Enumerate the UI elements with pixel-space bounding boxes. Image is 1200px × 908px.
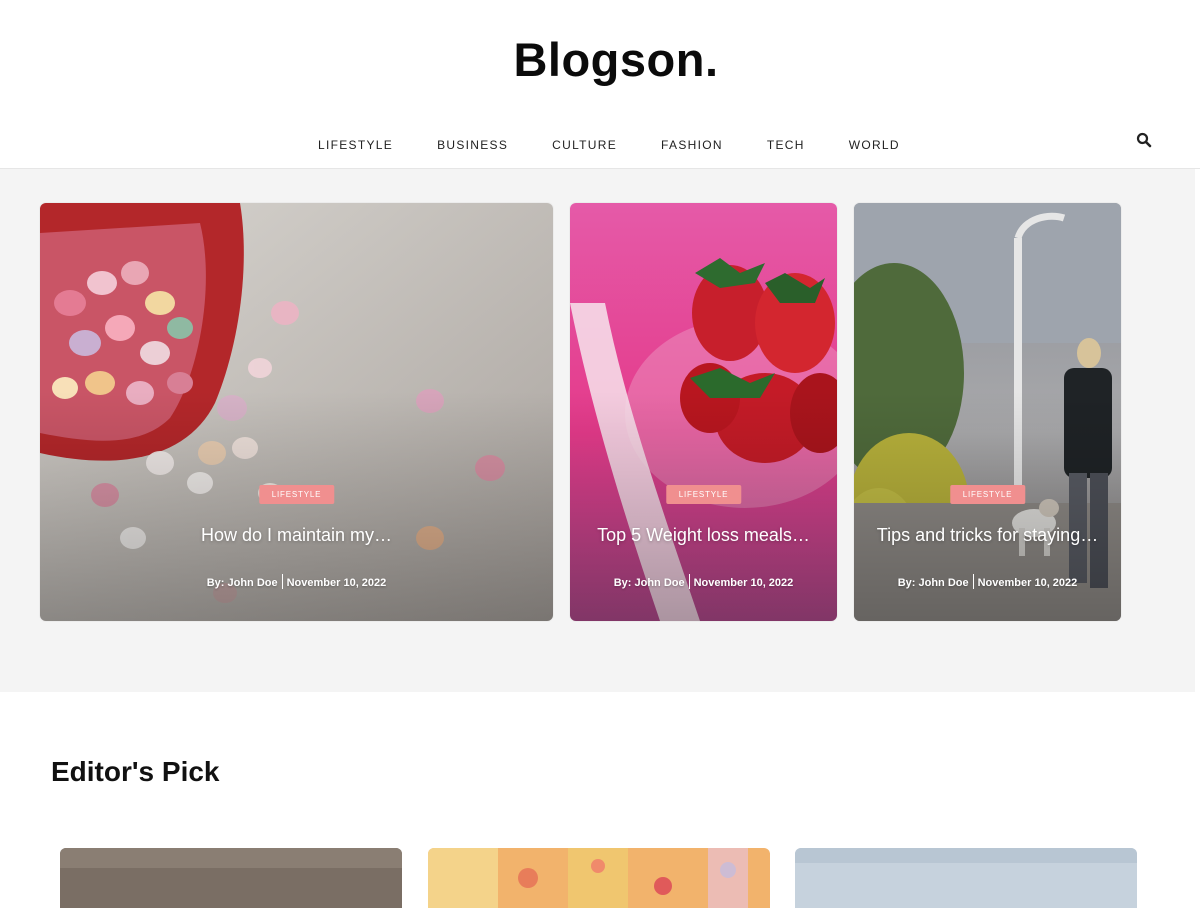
pick-image-1	[60, 848, 402, 908]
card-date: November 10, 2022	[977, 577, 1078, 589]
site-header: Blogson. LIFESTYLE BUSINESS CULTURE FASH…	[0, 0, 1200, 169]
card-overlay	[854, 203, 1121, 621]
page-gutter	[1195, 169, 1200, 692]
search-button[interactable]	[1136, 132, 1152, 148]
site-logo[interactable]: Blogson.	[0, 32, 1200, 87]
card-author[interactable]: By: John Doe	[614, 577, 685, 589]
pick-image-2	[428, 848, 770, 908]
pick-card-image[interactable]	[795, 848, 1137, 908]
pick-card-image[interactable]	[428, 848, 770, 908]
card-meta: By: John Doe November 10, 2022	[854, 574, 1121, 589]
card-meta: By: John Doe November 10, 2022	[570, 574, 837, 589]
meta-divider	[688, 574, 690, 589]
main-nav: LIFESTYLE BUSINESS CULTURE FASHION TECH …	[296, 138, 944, 152]
card-title[interactable]: How do I maintain my…	[40, 525, 553, 546]
featured-card[interactable]: LIFESTYLE Tips and tricks for staying… B…	[854, 203, 1121, 621]
search-icon	[1136, 132, 1152, 148]
featured-posts-section: LIFESTYLE How do I maintain my… By: John…	[0, 169, 1195, 692]
featured-card[interactable]: LIFESTYLE How do I maintain my… By: John…	[40, 203, 553, 621]
card-overlay	[40, 203, 553, 621]
card-overlay	[570, 203, 837, 621]
nav-item-tech[interactable]: TECH	[767, 138, 805, 152]
card-author[interactable]: By: John Doe	[898, 577, 969, 589]
nav-item-culture[interactable]: CULTURE	[552, 138, 617, 152]
section-title: Editor's Pick	[51, 756, 220, 787]
category-badge[interactable]: LIFESTYLE	[665, 485, 742, 504]
nav-item-business[interactable]: BUSINESS	[437, 138, 508, 152]
card-author[interactable]: By: John Doe	[207, 577, 278, 589]
card-date: November 10, 2022	[693, 577, 794, 589]
meta-divider	[972, 574, 974, 589]
pick-card-image[interactable]	[60, 848, 402, 908]
nav-item-world[interactable]: WORLD	[849, 138, 900, 152]
featured-card[interactable]: LIFESTYLE Top 5 Weight loss meals… By: J…	[570, 203, 837, 621]
card-title[interactable]: Tips and tricks for staying…	[854, 525, 1121, 546]
category-badge[interactable]: LIFESTYLE	[258, 485, 335, 504]
meta-divider	[281, 574, 283, 589]
card-title[interactable]: Top 5 Weight loss meals…	[570, 525, 837, 546]
card-meta: By: John Doe November 10, 2022	[40, 574, 553, 589]
card-date: November 10, 2022	[286, 577, 387, 589]
category-badge[interactable]: LIFESTYLE	[949, 485, 1026, 504]
nav-item-lifestyle[interactable]: LIFESTYLE	[318, 138, 393, 152]
pick-image-3	[795, 848, 1137, 908]
nav-item-fashion[interactable]: FASHION	[661, 138, 723, 152]
